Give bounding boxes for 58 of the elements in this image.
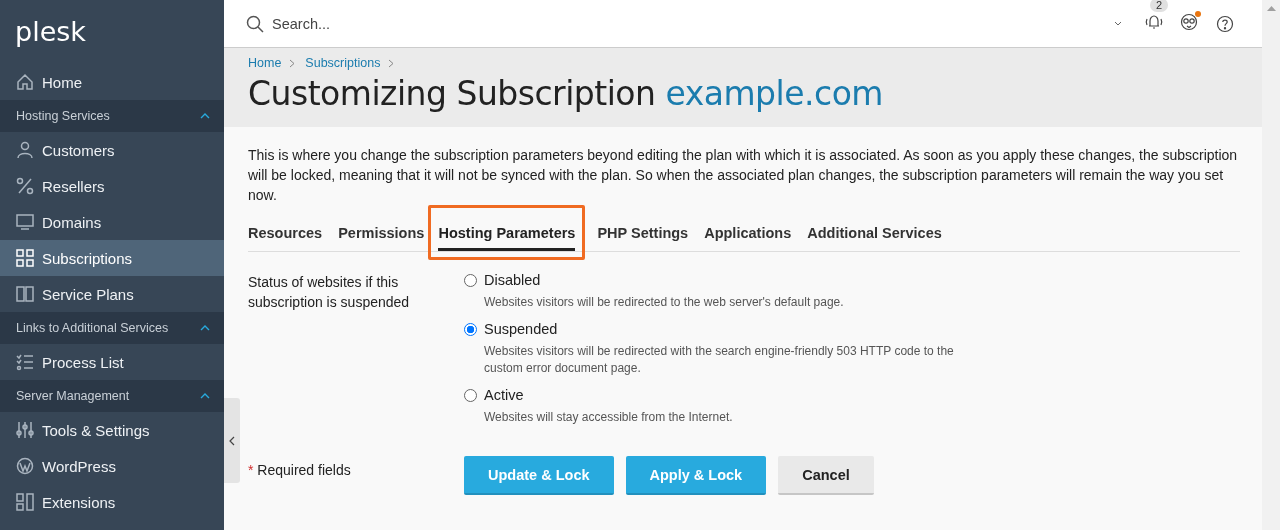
cancel-button[interactable]: Cancel bbox=[778, 456, 874, 495]
radio-button[interactable] bbox=[464, 388, 477, 402]
blocks-icon bbox=[16, 493, 34, 511]
page-title: Customizing Subscription bbox=[248, 74, 656, 113]
chevron-right-icon bbox=[289, 58, 296, 68]
description-text: This is where you change the subscription parameters beyond editing the plan with which it is associated. As soon as you apply these changes, the subscription will be locked, meaning that it will not be synced with the plan. So when the associated plan changes, the subscription parameters will remain the way you set now. bbox=[248, 146, 1239, 205]
breadcrumb-link[interactable]: Subscriptions bbox=[305, 56, 381, 70]
help-icon[interactable] bbox=[1216, 14, 1234, 33]
dropdown-caret-icon[interactable] bbox=[1114, 21, 1122, 26]
nav-item[interactable]: Tools & Settings bbox=[0, 412, 224, 448]
tab[interactable]: Hosting Parameters bbox=[438, 217, 576, 251]
nav-item[interactable]: Resellers bbox=[0, 168, 224, 204]
nav-item[interactable]: Extensions bbox=[0, 484, 224, 520]
nav-item[interactable]: Process List bbox=[0, 344, 224, 380]
nav-item[interactable]: Domains bbox=[0, 204, 224, 240]
sliders-icon bbox=[16, 421, 34, 439]
person-icon bbox=[16, 141, 34, 159]
notification-count: 2 bbox=[1150, 0, 1169, 12]
option-hint: Websites will stay accessible from the Internet. bbox=[484, 409, 734, 426]
nav-section-header[interactable]: Links to Additional Services bbox=[0, 312, 224, 344]
tab[interactable]: Applications bbox=[704, 217, 792, 251]
bell-icon[interactable] bbox=[1144, 12, 1164, 31]
option-hint: Websites visitors will be redirected with the search engine-friendly 503 HTTP code to the custom error document page. bbox=[484, 343, 955, 377]
home-icon bbox=[16, 73, 34, 91]
checklist-icon bbox=[16, 353, 34, 371]
tab[interactable]: Additional Services bbox=[807, 217, 942, 251]
logo[interactable]: plesk bbox=[0, 0, 86, 64]
nav-section-header[interactable]: Hosting Services bbox=[0, 100, 224, 132]
radio-button[interactable] bbox=[464, 322, 477, 336]
option-label[interactable]: Active bbox=[484, 387, 524, 403]
required-note: Required fields bbox=[257, 462, 351, 478]
chevron-left-icon bbox=[229, 435, 235, 446]
nav-item[interactable]: Home bbox=[0, 64, 224, 100]
tab[interactable]: PHP Settings bbox=[597, 217, 689, 251]
nav-section-header[interactable]: Server Management bbox=[0, 380, 224, 412]
radio-button[interactable] bbox=[464, 273, 477, 287]
search-field[interactable]: Search... bbox=[272, 15, 572, 32]
percent-icon bbox=[16, 177, 34, 195]
wordpress-icon bbox=[16, 457, 34, 475]
chevron-right-icon bbox=[388, 58, 395, 68]
grid-icon bbox=[16, 249, 34, 267]
nav-item[interactable]: WordPress bbox=[0, 448, 224, 484]
book-icon bbox=[16, 285, 34, 303]
option-hint: Websites visitors will be redirected to the web server's default page. bbox=[484, 294, 845, 311]
nav-item[interactable]: Customers bbox=[0, 132, 224, 168]
nav-item[interactable]: Subscriptions bbox=[0, 240, 224, 276]
monitor-icon bbox=[16, 213, 34, 231]
owl-icon[interactable] bbox=[1180, 12, 1198, 31]
search-icon bbox=[246, 14, 264, 33]
field-label: Status of websites if this subscription is suspended bbox=[248, 273, 411, 312]
nav-item[interactable]: Service Plans bbox=[0, 276, 224, 312]
required-mark: * bbox=[248, 462, 254, 478]
option-label[interactable]: Disabled bbox=[484, 272, 541, 288]
tab[interactable]: Permissions bbox=[338, 217, 425, 251]
tab[interactable]: Resources bbox=[248, 217, 323, 251]
option-label[interactable]: Suspended bbox=[484, 321, 558, 337]
breadcrumb-link[interactable]: Home bbox=[248, 56, 282, 70]
subscription-link[interactable]: example.com bbox=[665, 74, 883, 113]
